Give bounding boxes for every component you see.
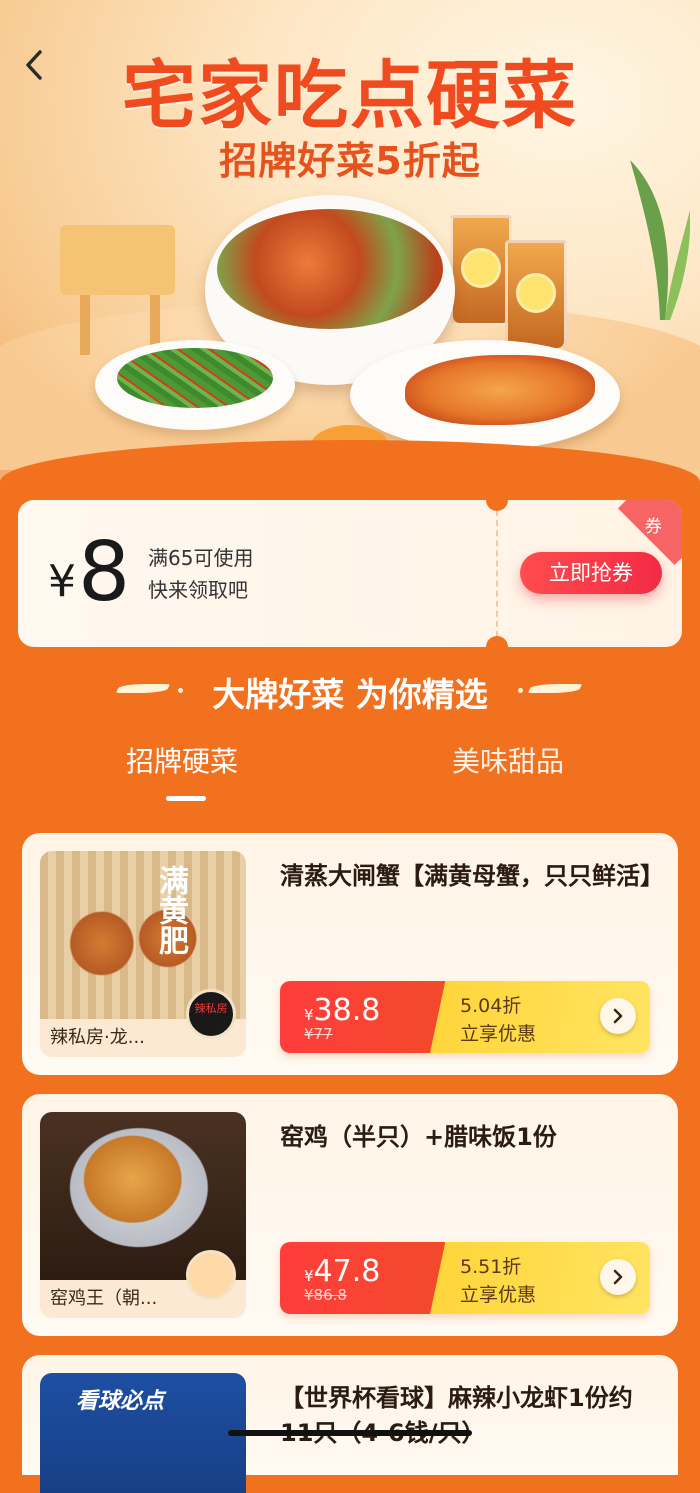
product-image-text: 看球必点	[76, 1389, 165, 1414]
iced-tea-glass	[505, 240, 567, 351]
product-card[interactable]: 窑鸡王（朝... 窑鸡（半只）+腊味饭1份 ¥47.8 ¥86.8 5.51折 …	[22, 1094, 678, 1336]
product-image-text: 满黄肥	[153, 865, 188, 955]
current-price: ¥47.8	[304, 1254, 380, 1289]
go-button[interactable]	[600, 1259, 636, 1295]
section-title-decoration	[530, 680, 582, 696]
hero-chair	[60, 225, 175, 355]
product-image: 看球必点	[40, 1373, 246, 1493]
coupon-tag-label: 券	[644, 517, 662, 538]
coupon-notch	[486, 636, 508, 647]
original-price: ¥86.8	[304, 1286, 347, 1304]
section-title: 大牌好菜 为你精选	[212, 675, 488, 714]
section-title-dot	[518, 688, 523, 693]
coupon-divider	[496, 500, 498, 647]
coupon-amount: ¥8	[48, 528, 130, 627]
currency-symbol: ¥	[48, 556, 76, 607]
shop-logo-badge	[186, 1250, 236, 1300]
coupon-prompt: 快来领取吧	[148, 578, 248, 602]
discount-rate: 5.51折	[460, 1256, 522, 1278]
coupon-card: ¥8 满65可使用 快来领取吧 立即抢券 券	[18, 500, 682, 647]
discount-rate: 5.04折	[460, 995, 522, 1017]
coupon-condition: 满65可使用 快来领取吧	[148, 542, 253, 606]
go-button[interactable]	[600, 998, 636, 1034]
enjoy-discount-label: 立享优惠	[460, 1023, 537, 1045]
home-indicator[interactable]	[228, 1430, 472, 1436]
squirrel-fish-dish-image	[350, 340, 620, 450]
tab-signature-dishes[interactable]: 招牌硬菜	[126, 740, 238, 780]
green-beans-dish-image	[95, 340, 295, 430]
enjoy-discount-label: 立享优惠	[460, 1284, 537, 1306]
coupon-value: 8	[78, 525, 131, 620]
crayfish-photo: 看球必点	[40, 1373, 246, 1493]
price-value: 47.8	[313, 1254, 381, 1289]
product-card[interactable]: 满黄肥 辣私房·龙... 辣私房 清蒸大闸蟹【满黄母蟹，只只鲜活】 ¥38.8 …	[22, 833, 678, 1075]
iced-tea-glass	[450, 215, 512, 326]
tab-desserts[interactable]: 美味甜品	[452, 740, 564, 780]
shop-logo-badge: 辣私房	[186, 989, 236, 1039]
product-card[interactable]: 看球必点 【世界杯看球】麻辣小龙虾1份约11只（4-6钱/只）	[22, 1355, 678, 1493]
price-bar[interactable]: ¥38.8 ¥77 5.04折 立享优惠	[280, 981, 650, 1053]
chevron-right-icon	[613, 1008, 623, 1024]
original-price: ¥77	[304, 1025, 333, 1043]
price-value: 38.8	[313, 993, 381, 1028]
currency-symbol: ¥	[304, 1006, 314, 1024]
product-name: 【世界杯看球】麻辣小龙虾1份约11只（4-6钱/只）	[280, 1384, 633, 1447]
grab-coupon-button[interactable]: 立即抢券	[520, 552, 662, 594]
chevron-right-icon	[613, 1269, 623, 1285]
current-price: ¥38.8	[304, 993, 380, 1028]
page-title: 宅家吃点硬菜	[122, 53, 578, 139]
product-name: 窑鸡（半只）+腊味饭1份	[280, 1123, 557, 1151]
product-image: 满黄肥 辣私房·龙... 辣私房	[40, 851, 246, 1057]
coupon-threshold: 满65可使用	[148, 546, 254, 570]
hero-banner: 宅家吃点硬菜 招牌好菜5折起	[0, 0, 700, 500]
page-subtitle: 招牌好菜5折起	[219, 139, 481, 183]
currency-symbol: ¥	[304, 1267, 314, 1285]
product-name: 清蒸大闸蟹【满黄母蟹，只只鲜活】	[280, 862, 664, 890]
product-image: 窑鸡王（朝...	[40, 1112, 246, 1318]
coupon-notch	[486, 500, 508, 511]
active-tab-indicator	[166, 796, 206, 801]
price-bar[interactable]: ¥47.8 ¥86.8 5.51折 立享优惠	[280, 1242, 650, 1314]
